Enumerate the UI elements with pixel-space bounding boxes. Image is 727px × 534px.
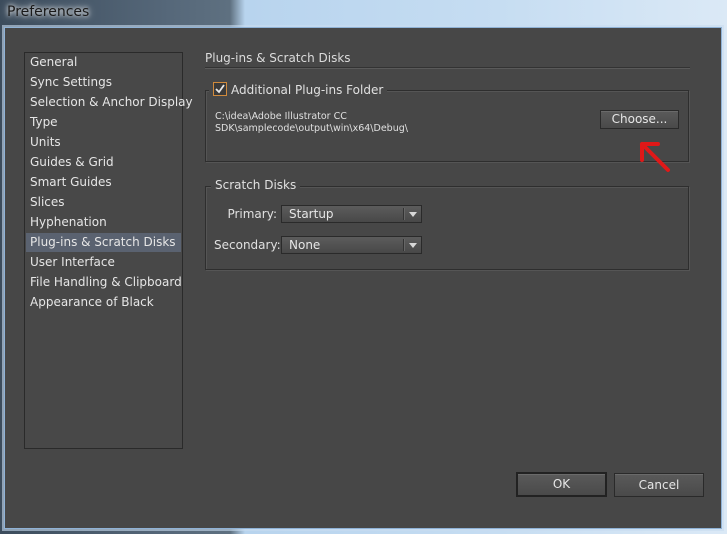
section-divider: [205, 67, 690, 69]
secondary-disk-value: None: [289, 238, 321, 252]
chevron-down-icon: [409, 212, 417, 217]
scratch-disks-legend: Scratch Disks: [211, 178, 301, 192]
select-separator: [403, 239, 405, 251]
secondary-label: Secondary:: [214, 238, 281, 252]
red-arrow-annotation-icon: [640, 142, 670, 172]
plugins-folder-path: C:\idea\Adobe Illustrator CC SDK\samplec…: [215, 111, 408, 135]
sidebar-item-slices[interactable]: Slices: [26, 193, 181, 212]
sidebar-item-guides-grid[interactable]: Guides & Grid: [26, 153, 181, 172]
plugins-folder-path-line1: C:\idea\Adobe Illustrator CC: [215, 111, 347, 122]
additional-plugins-label[interactable]: Additional Plug-ins Folder: [231, 83, 383, 97]
sidebar-item-appearance-of-black[interactable]: Appearance of Black: [26, 293, 181, 312]
sidebar-item-smart-guides[interactable]: Smart Guides: [26, 173, 181, 192]
sidebar-item-user-interface[interactable]: User Interface: [26, 253, 181, 272]
sidebar-item-type[interactable]: Type: [26, 113, 181, 132]
scratch-disks-group: [205, 186, 689, 270]
window-title: Preferences: [7, 4, 90, 20]
sidebar-item-units[interactable]: Units: [26, 133, 181, 152]
cancel-button[interactable]: Cancel: [614, 473, 704, 497]
plugins-folder-path-line2: SDK\samplecode\output\win\x64\Debug\: [215, 123, 408, 134]
chevron-down-icon: [409, 243, 417, 248]
sidebar-item-selection-anchor-display[interactable]: Selection & Anchor Display: [26, 93, 193, 112]
section-title: Plug-ins & Scratch Disks: [205, 51, 351, 65]
sidebar-item-sync-settings[interactable]: Sync Settings: [26, 73, 181, 92]
plugins-folder-legend: Additional Plug-ins Folder: [209, 82, 388, 97]
checkmark-icon: [215, 84, 225, 94]
sidebar-item-plugins-scratch-disks[interactable]: Plug-ins & Scratch Disks: [26, 233, 181, 252]
sidebar-item-file-handling-clipboard[interactable]: File Handling & Clipboard: [26, 273, 182, 292]
choose-button[interactable]: Choose...: [600, 110, 679, 129]
secondary-disk-select[interactable]: None: [281, 236, 422, 254]
sidebar-item-general[interactable]: General: [26, 53, 181, 72]
additional-plugins-checkbox[interactable]: [213, 82, 227, 96]
preferences-category-list[interactable]: General Sync Settings Selection & Anchor…: [24, 52, 193, 449]
primary-disk-value: Startup: [289, 207, 334, 221]
sidebar-item-hyphenation[interactable]: Hyphenation: [26, 213, 181, 232]
ok-button[interactable]: OK: [516, 472, 607, 497]
select-separator: [403, 208, 405, 220]
primary-label: Primary:: [227, 207, 277, 221]
primary-disk-select[interactable]: Startup: [281, 205, 422, 223]
title-bar[interactable]: Preferences: [0, 0, 727, 28]
